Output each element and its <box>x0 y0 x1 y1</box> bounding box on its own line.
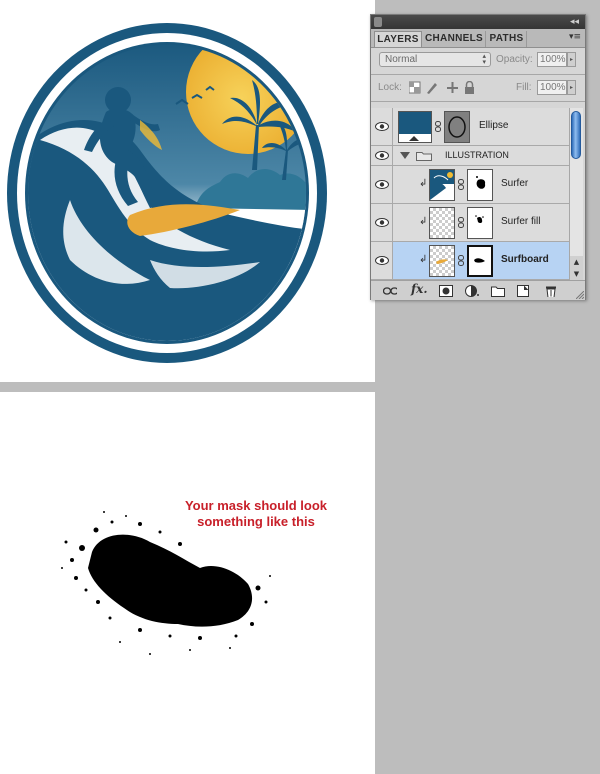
eye-icon <box>375 218 389 227</box>
fill-dropdown-icon[interactable]: ▸ <box>567 80 576 95</box>
link-layers-icon[interactable] <box>383 285 397 297</box>
layer-row-surfboard[interactable]: ↲ Surfboard <box>371 242 569 280</box>
lock-buttons <box>409 81 474 94</box>
new-group-icon[interactable] <box>491 285 505 297</box>
layer-thumbnail[interactable] <box>429 169 455 201</box>
layers-panel: ◂◂ LAYERS CHANNELS PATHS ▾≡ Normal ▴ ▾ Op… <box>370 14 586 300</box>
layer-thumbnail[interactable] <box>429 245 455 277</box>
blend-mode-value: Normal <box>385 54 418 65</box>
layer-row-illustration-group[interactable]: ILLUSTRATION <box>371 146 569 166</box>
layer-name: Surfboard <box>501 254 549 265</box>
eye-icon <box>375 180 389 189</box>
link-icon[interactable] <box>458 179 464 190</box>
panel-tabs: LAYERS CHANNELS PATHS ▾≡ <box>371 29 585 48</box>
new-layer-icon[interactable] <box>517 285 531 297</box>
visibility-toggle[interactable] <box>371 146 393 165</box>
adjustment-layer-icon[interactable] <box>465 285 479 297</box>
link-icon[interactable] <box>458 255 464 266</box>
scrollbar-thumb[interactable] <box>571 111 581 159</box>
folder-icon <box>416 152 432 161</box>
collapse-panel-icon[interactable]: ◂◂ <box>570 16 579 28</box>
panel-grip-icon[interactable] <box>374 17 382 27</box>
layer-list: Ellipse ILLUSTRATION ↲ Surfer ↲ Surfer f… <box>371 108 569 280</box>
panel-menu-icon[interactable]: ▾≡ <box>569 32 581 42</box>
clipping-arrow-icon: ↲ <box>419 216 428 227</box>
panel-title-bar[interactable]: ◂◂ <box>371 15 585 29</box>
vector-mask-thumbnail[interactable] <box>444 111 470 143</box>
lock-image-pixels-icon <box>427 83 437 94</box>
layer-name: ILLUSTRATION <box>445 150 509 160</box>
select-arrows-icon: ▴ ▾ <box>482 52 486 66</box>
mask-note-line-2: something like this <box>197 514 315 529</box>
layer-row-ellipse[interactable]: Ellipse <box>371 108 569 146</box>
lock-label: Lock: <box>378 82 402 93</box>
opacity-input[interactable]: 100% <box>537 52 567 67</box>
eye-icon <box>375 151 389 160</box>
layer-thumbnail[interactable] <box>398 111 432 143</box>
document-canvas-illustration <box>0 0 375 382</box>
layer-row-surfer[interactable]: ↲ Surfer <box>371 166 569 204</box>
document-canvas-mask-preview: Your mask should look something like thi… <box>0 392 375 774</box>
mask-note-line-1: Your mask should look <box>184 498 328 513</box>
fill-label: Fill: <box>516 82 532 93</box>
tab-layers[interactable]: LAYERS <box>374 31 422 47</box>
layer-thumbnail[interactable] <box>429 207 455 239</box>
clipping-arrow-icon: ↲ <box>419 178 428 189</box>
eye-icon <box>375 122 389 131</box>
opacity-label: Opacity: <box>496 54 533 65</box>
resize-grip-icon[interactable] <box>576 291 584 299</box>
fill-input[interactable]: 100% <box>537 80 567 95</box>
scroll-up-arrow-icon[interactable]: ▲ <box>570 256 583 268</box>
mask-instruction-note: Your mask should look something like thi… <box>168 498 344 530</box>
tab-paths[interactable]: PATHS <box>487 31 527 47</box>
clipping-arrow-icon: ↲ <box>419 254 428 265</box>
layer-name: Ellipse <box>479 120 509 131</box>
opacity-dropdown-icon[interactable]: ▸ <box>567 52 576 67</box>
link-icon[interactable] <box>435 121 441 132</box>
trash-icon[interactable] <box>545 285 559 297</box>
lock-transparent-pixels-icon <box>409 81 421 94</box>
panel-bottom-toolbar: fx. <box>371 280 585 300</box>
lock-all-icon <box>465 81 474 94</box>
scroll-down-arrow-icon[interactable]: ▼ <box>570 268 583 280</box>
lock-position-icon <box>447 82 458 93</box>
visibility-toggle[interactable] <box>371 108 393 145</box>
layer-list-scrollbar[interactable]: ▲ ▼ <box>569 108 583 280</box>
link-icon[interactable] <box>458 217 464 228</box>
eye-icon <box>375 256 389 265</box>
layer-name: Surfer fill <box>501 216 541 227</box>
layer-mask-thumbnail-active[interactable] <box>467 245 493 277</box>
layer-row-surfer-fill[interactable]: ↲ Surfer fill <box>371 204 569 242</box>
fx-icon[interactable]: fx. <box>411 282 428 296</box>
blend-mode-select[interactable]: Normal ▴ ▾ <box>379 52 491 67</box>
layer-mask-thumbnail[interactable] <box>467 169 493 201</box>
visibility-toggle[interactable] <box>371 166 393 203</box>
expand-triangle-icon[interactable] <box>400 152 410 159</box>
layer-mask-thumbnail[interactable] <box>467 207 493 239</box>
tab-channels[interactable]: CHANNELS <box>423 31 486 47</box>
surfer-badge-illustration <box>7 23 327 363</box>
visibility-toggle[interactable] <box>371 204 393 241</box>
add-mask-icon[interactable] <box>439 285 453 297</box>
layer-name: Surfer <box>501 178 529 189</box>
mask-splatter <box>61 511 271 655</box>
visibility-toggle[interactable] <box>371 242 393 279</box>
